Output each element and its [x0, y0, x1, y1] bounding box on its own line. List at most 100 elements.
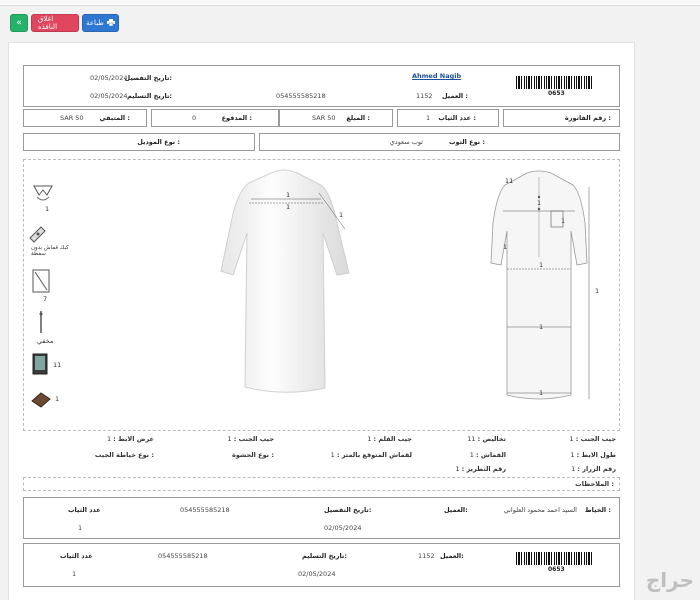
detail-embroidery-number: رقم التطريز : 1 — [455, 465, 506, 473]
detail-armpit-length: طول الابط : 1 — [570, 451, 616, 459]
invoice-no-cell: رقم الفاتورة : — [503, 109, 620, 127]
slip-customer-number: 1152 — [418, 552, 435, 560]
tailor-phone: 054555585218 — [180, 506, 230, 514]
model-type-label: نوع الموديل : — [137, 138, 180, 146]
phone-pocket-value: 11 — [53, 361, 62, 369]
detail-fabric: القماش : 1 — [469, 451, 506, 459]
slip-pieces-label: عدد الثياب — [60, 552, 93, 560]
slip-pieces-value: 1 — [72, 570, 77, 578]
remaining-label: المتبقي : — [99, 114, 130, 122]
detail-expected-fabric: لقماش المتوقع بالمتر : 1 — [330, 451, 412, 459]
paid-label: المدفوع : — [221, 114, 252, 122]
fabric-swatch-icon — [31, 392, 51, 408]
cuff-caption: كبك قماش بدون سفطة — [31, 245, 69, 257]
fabric-option[interactable]: 1 — [31, 389, 65, 415]
pen-pocket-option[interactable]: مخفي — [31, 309, 61, 345]
barcode — [516, 76, 594, 89]
detail-date: 02/05/2024 — [90, 74, 128, 82]
customer-barcode — [516, 552, 594, 565]
phone-pocket-icon — [32, 353, 48, 375]
back-button[interactable]: « — [10, 14, 28, 32]
amount-label: المبلغ : — [346, 114, 370, 122]
front-sleeve-measure: 1 — [503, 243, 508, 251]
front-length-measure: 1 — [595, 287, 600, 295]
pieces-cell: 1 عدد الثياب : — [397, 109, 499, 127]
tailor-slip: الخياط : السيد احمد محمود العلواني العمي… — [23, 497, 620, 539]
collar-option[interactable]: 1 — [31, 183, 61, 215]
haraj-watermark: حراج — [645, 568, 694, 592]
placket-icon — [32, 269, 50, 293]
barcode-number: 0653 — [548, 90, 565, 97]
detail-pen-pocket: جيب القلم : 1 — [367, 435, 412, 443]
printer-icon — [106, 18, 115, 28]
detail-date-label: تاريخ التفصيل: — [124, 74, 172, 82]
detail-padding-type: نوع الحشوة : — [232, 451, 274, 459]
slip-delivery-date: 02/05/2024 — [298, 570, 336, 578]
front-waist-measure: 1 — [539, 261, 544, 269]
customer-number: 1152 — [416, 92, 433, 100]
detail-side-pocket: جيب الجنب : 1 — [569, 435, 616, 443]
front-chest-measure: 1 — [537, 199, 542, 207]
customer-label: العميل : — [442, 92, 469, 100]
cuff-icon — [29, 226, 46, 243]
placket-value: 7 — [43, 295, 48, 303]
pen-pocket-icon — [39, 311, 43, 333]
pieces-label: عدد الثياب : — [438, 114, 476, 122]
customer-slip: 0653 العميل: 1152 تاريخ التسليم: 02/05/2… — [23, 543, 620, 587]
customer-barcode-number: 0653 — [548, 566, 565, 573]
cuff-option[interactable]: كبك قماش بدون سفطة — [27, 223, 71, 263]
garment-type-cell: ثوب سعودي نوع الثوب : — [259, 133, 620, 151]
delivery-date: 02/05/2024 — [90, 92, 128, 100]
collar-icon — [33, 185, 53, 201]
back-thobe-figure — [220, 169, 350, 393]
back-chest-measure: 1 — [286, 203, 291, 211]
model-type-cell: نوع الموديل : — [23, 133, 255, 151]
slip-phone: 054555585218 — [158, 552, 208, 560]
detail-armpit-width: عرض الابط : 1 — [106, 435, 154, 443]
amount-cell: SAR 50 المبلغ : — [279, 109, 393, 127]
top-edge — [0, 0, 700, 6]
tailor-detail-date: 02/05/2024 — [324, 524, 362, 532]
tailor-pieces-label: عدد الثياب — [68, 506, 101, 514]
header-box: تاريخ التفصيل: 02/05/2024 تاريخ التسليم:… — [23, 65, 620, 107]
placket-option[interactable]: 7 — [31, 269, 61, 303]
phone: 054555585218 — [276, 92, 326, 100]
tailor-name: السيد احمد محمود العلواني — [503, 506, 577, 514]
front-neck-measure: 11 — [505, 177, 514, 185]
back-side-measure: 1 — [339, 211, 344, 219]
delivery-date-label: تاريخ التسليم: — [127, 92, 172, 100]
tailor-customer-label: العميل: — [444, 506, 468, 514]
slip-customer-label: العميل: — [440, 552, 464, 560]
detail-pocket-stitch: نوع خياطة الجيب : — [94, 451, 154, 459]
front-hip-measure: 1 — [539, 323, 544, 331]
front-hem-measure: 1 — [539, 389, 544, 397]
remaining-value: SAR 50 — [60, 114, 84, 122]
paid-value: 0 — [192, 114, 197, 122]
invoice-sheet: تاريخ التفصيل: 02/05/2024 تاريخ التسليم:… — [8, 42, 635, 600]
close-window-button[interactable]: اغلاق النافذه — [31, 14, 79, 32]
print-label: طباعة — [86, 19, 104, 27]
invoice-no-label: رقم الفاتورة : — [564, 114, 611, 122]
garment-type-value: ثوب سعودي — [389, 138, 423, 146]
detail-takhalees: تخاليص : 11 — [467, 435, 506, 443]
fabric-value: 1 — [55, 395, 60, 403]
phone-pocket-option[interactable]: 11 — [31, 353, 65, 379]
tailor-label: الخياط : — [584, 506, 611, 514]
back-shoulder-measure: 1 — [286, 191, 291, 199]
pen-pocket-caption: مخفي — [37, 337, 54, 345]
notes-label: الملاحظات : — [575, 480, 614, 488]
amount-value: SAR 50 — [312, 114, 336, 122]
front-pocket-measure: 1 — [561, 217, 566, 225]
tailor-detail-date-label: تاريخ التفصيل: — [324, 506, 372, 514]
double-chevron-left-icon: « — [16, 18, 22, 28]
notes-box — [23, 477, 620, 491]
remaining-cell: SAR 50 المتبقي : — [23, 109, 147, 127]
detail-side-pocket-2: جيب الجنب : 1 — [227, 435, 274, 443]
detail-button-number: رقم الزرار : 1 — [571, 465, 616, 473]
print-button[interactable]: طباعة — [82, 14, 119, 32]
paid-cell: 0 المدفوع : — [151, 109, 279, 127]
collar-value: 1 — [45, 205, 50, 213]
garment-type-label: نوع الثوب : — [448, 138, 485, 146]
pieces-value: 1 — [426, 114, 431, 122]
customer-name[interactable]: Ahmed Nagib — [412, 72, 461, 80]
